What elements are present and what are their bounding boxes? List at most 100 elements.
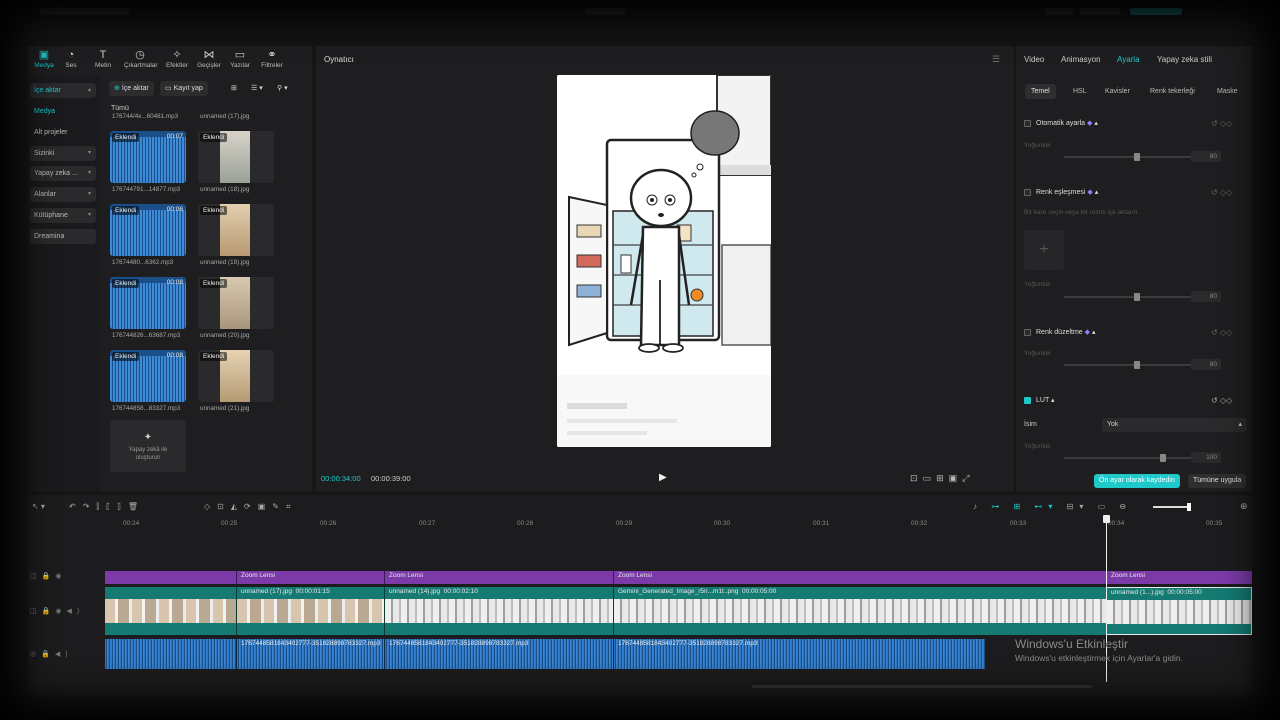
subtab-basic[interactable]: Temel: [1025, 84, 1056, 99]
tool-text[interactable]: T Metin: [87, 49, 119, 75]
mic-icon[interactable]: ♪: [973, 502, 983, 511]
intensity-value[interactable]: 80: [1191, 359, 1221, 370]
effect-clip[interactable]: Zoom Lensi: [236, 571, 384, 584]
subtab-color-wheel[interactable]: Renk tekerleği: [1144, 84, 1201, 99]
eye-icon[interactable]: ◉: [55, 608, 66, 615]
frame-icon[interactable]: ⌗: [286, 502, 298, 511]
tool-effects[interactable]: ✧ Efektler: [161, 49, 193, 75]
media-item-image[interactable]: Eklendi: [198, 350, 274, 402]
checkbox[interactable]: [1024, 119, 1031, 127]
preview-icon[interactable]: ⊟▾: [1067, 502, 1090, 511]
add-reference-button[interactable]: +: [1024, 230, 1064, 270]
ai-generate-button[interactable]: ✦ Yapay zekâ ile oluşturun: [110, 420, 186, 472]
zoom-in-icon[interactable]: ⊕: [1240, 501, 1248, 512]
fullscreen-icon[interactable]: ⤢: [962, 473, 969, 483]
crop-icon[interactable]: ⊡: [217, 502, 231, 511]
undo-icon[interactable]: ↶: [69, 502, 83, 511]
redo-icon[interactable]: ↷: [83, 502, 97, 511]
reset-icon[interactable]: ↺ ◇◇: [1211, 119, 1232, 128]
sidebar-item-ai[interactable]: Yapay zeka ... ▾: [30, 166, 96, 181]
media-item-audio[interactable]: Eklendi 00:08: [110, 350, 186, 402]
magnet-icon[interactable]: ⊞: [1013, 502, 1026, 511]
sidebar-item-subprojects[interactable]: Alt projeler: [30, 125, 96, 140]
sidebar-item-dreamina[interactable]: Dreamina: [30, 229, 96, 244]
snap-icon[interactable]: ⊷▾: [1034, 502, 1058, 511]
rotate-icon[interactable]: ⟳: [244, 502, 258, 511]
shield-icon[interactable]: ◇: [204, 502, 217, 511]
apply-all-button[interactable]: Tümüne uygula: [1188, 474, 1247, 488]
tool-audio[interactable]: ◔ Ses: [55, 49, 87, 75]
tool-captions[interactable]: ▭ Yazılar: [224, 49, 256, 75]
speaker-icon[interactable]: ◀): [55, 651, 73, 658]
intensity-value[interactable]: 80: [1191, 151, 1221, 162]
speaker-icon[interactable]: ◀): [66, 608, 84, 615]
sidebar-item-spaces[interactable]: Alanlar ▾: [30, 187, 96, 202]
hd-icon[interactable]: ▣: [258, 502, 273, 511]
grid-view-icon[interactable]: ⊞: [226, 81, 242, 96]
image-adjust-icon[interactable]: ⊡: [910, 473, 918, 483]
play-button[interactable]: ▶: [659, 472, 667, 483]
media-item-image[interactable]: Eklendi: [198, 204, 274, 256]
tab-ai-style[interactable]: Yapay zeka stili: [1157, 55, 1212, 64]
tool-filters[interactable]: ⚭ Filtreler: [256, 49, 288, 75]
lock-icon[interactable]: 🔒: [42, 573, 56, 580]
sort-icon[interactable]: ☰ ▾: [246, 81, 268, 96]
lock-icon[interactable]: 🔒: [42, 608, 56, 615]
intensity-slider[interactable]: [1064, 361, 1194, 369]
split-right-icon[interactable]: ⟧: [117, 502, 128, 511]
reset-icon[interactable]: ↺ ◇◇: [1211, 188, 1232, 197]
record-button[interactable]: ▭ Kayıt yap: [160, 81, 208, 96]
subtab-hsl[interactable]: HSL: [1067, 84, 1093, 99]
audio-clip[interactable]: 1767448581843402777-351828898783327.mp3: [384, 639, 613, 669]
audio-clip[interactable]: 1767448581843402777-351828898783327.mp3: [613, 639, 985, 669]
video-clip[interactable]: [105, 599, 236, 623]
split-icon[interactable]: ⫿: [96, 502, 106, 511]
video-clip[interactable]: unnamed (14).jpg 00:00:02:10: [384, 587, 613, 635]
effect-clip[interactable]: Zoom Lensi: [613, 571, 1106, 584]
sidebar-item-media[interactable]: Medya: [30, 104, 96, 119]
video-clip[interactable]: unnamed (17).jpg 00:00:01:15: [236, 587, 384, 635]
magic-icon[interactable]: ✎: [272, 502, 286, 511]
media-item-audio[interactable]: Eklendi 00:06: [110, 204, 186, 256]
section-auto-adjust[interactable]: Otomatik ayarla ◆ ▴: [1024, 119, 1098, 127]
media-item-audio[interactable]: Eklendi 00:08: [110, 277, 186, 329]
ratio-icon[interactable]: ▭: [923, 473, 932, 483]
zoom-slider[interactable]: [1153, 503, 1191, 511]
delete-icon[interactable]: 🗑: [128, 502, 145, 511]
effect-clip[interactable]: Zoom Lensi: [384, 571, 613, 584]
intensity-slider[interactable]: [1064, 153, 1194, 161]
video-clip[interactable]: Gemini_Generated_Image_r5ri...m1t..png 0…: [613, 587, 1106, 635]
eye-icon[interactable]: ◉: [55, 573, 66, 580]
checkbox-checked[interactable]: [1024, 396, 1031, 404]
effect-clip[interactable]: [105, 571, 236, 584]
timeline-scrollbar[interactable]: [752, 685, 1092, 688]
subtab-mask[interactable]: Maske: [1211, 84, 1244, 99]
intensity-value[interactable]: 100: [1191, 452, 1221, 463]
sidebar-item-library[interactable]: Kütüphane ▾: [30, 208, 96, 223]
captions-icon[interactable]: ▭: [1098, 502, 1112, 511]
mirror-icon[interactable]: ◭: [231, 502, 244, 511]
intensity-slider[interactable]: [1064, 293, 1194, 301]
effect-clip[interactable]: Zoom Lensi: [1106, 571, 1252, 584]
audio-clip[interactable]: [105, 639, 236, 669]
select-tool-icon[interactable]: ↖ ▾: [32, 502, 68, 511]
save-preset-button[interactable]: Ön ayar olarak kaydedin: [1094, 474, 1180, 488]
checkbox[interactable]: [1024, 188, 1031, 196]
video-clip-selected[interactable]: unnamed (1...).jpg 00:00:05:00: [1106, 587, 1252, 635]
tool-transitions[interactable]: ⋈ Geçişler: [193, 49, 225, 75]
section-color-match[interactable]: Renk eşleşmesi ◆ ▴: [1024, 188, 1098, 196]
intensity-slider[interactable]: [1064, 454, 1194, 462]
import-button[interactable]: ⊕ İçe aktar: [109, 81, 154, 96]
section-color-correction[interactable]: Renk düzeltme ◆ ▴: [1024, 328, 1096, 336]
lock-icon[interactable]: 🔒: [41, 651, 55, 658]
intensity-value[interactable]: 80: [1191, 291, 1221, 302]
zoom-out-icon[interactable]: ⊖: [1119, 502, 1132, 511]
audio-clip[interactable]: 1767448581843402777-351828898783327.mp3: [236, 639, 384, 669]
lut-select[interactable]: Yok ▴: [1102, 418, 1247, 432]
section-lut[interactable]: LUT ▴: [1024, 396, 1055, 404]
media-item-image[interactable]: Eklendi: [198, 131, 274, 183]
crop-icon[interactable]: ⊞: [936, 473, 944, 483]
tab-video[interactable]: Video: [1024, 55, 1044, 64]
aspect-ratio-icon[interactable]: ▣: [949, 473, 958, 483]
media-item-audio[interactable]: Eklendi 00:07: [110, 131, 186, 183]
